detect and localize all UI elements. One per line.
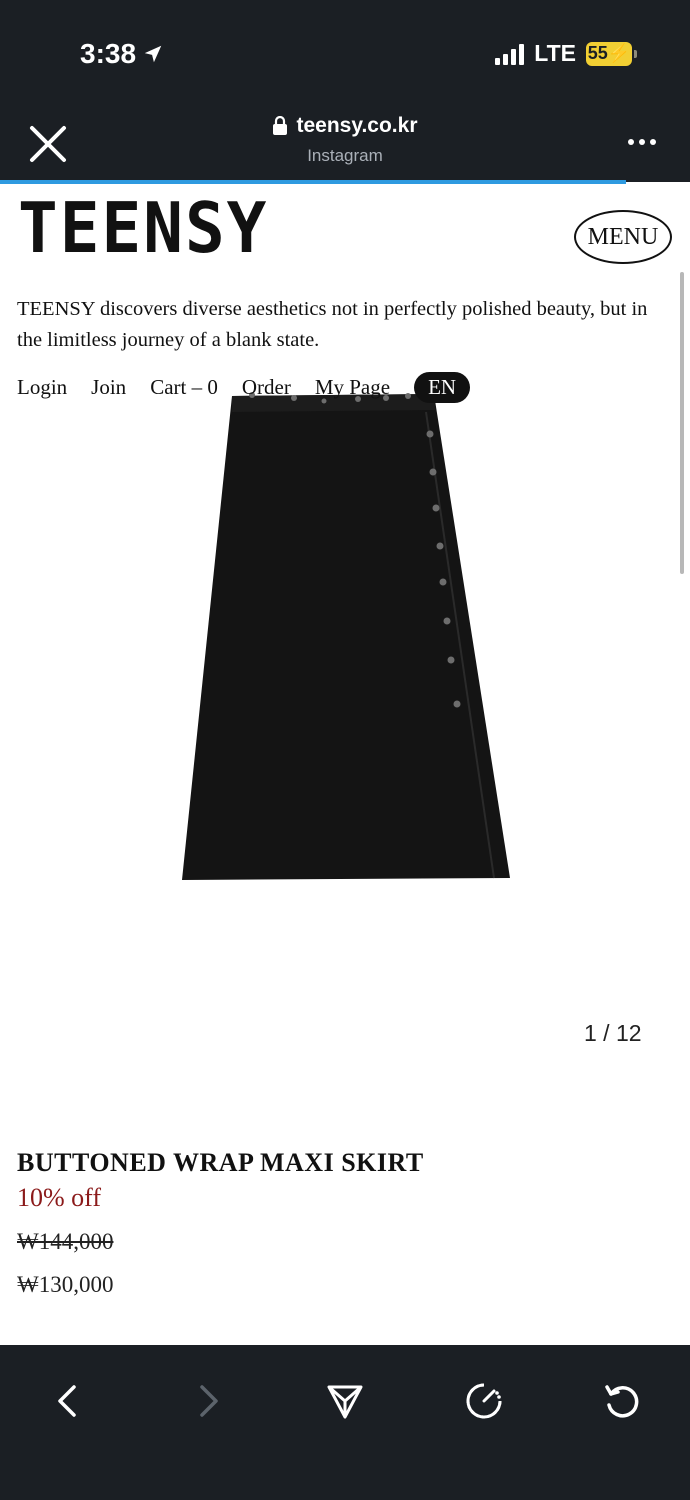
order-link[interactable]: Order	[242, 375, 291, 400]
cart-link[interactable]: Cart – 0	[150, 375, 218, 400]
skirt-illustration	[182, 392, 510, 880]
url-text: teensy.co.kr	[296, 114, 418, 137]
source-label: Instagram	[307, 146, 383, 165]
site-logo[interactable]: TEENSY	[18, 194, 268, 263]
address-bar[interactable]: teensy.co.kr Instagram	[0, 114, 690, 166]
image-counter: 1 / 12	[584, 1020, 642, 1046]
forward-button[interactable]	[170, 1363, 246, 1439]
chevron-left-icon	[58, 1385, 76, 1417]
language-toggle[interactable]: EN	[414, 372, 471, 403]
back-button[interactable]	[30, 1363, 106, 1439]
original-price: ₩144,000	[17, 1229, 114, 1254]
network-label: LTE	[534, 40, 576, 66]
status-time: 3:38	[80, 38, 164, 70]
page-load-progress	[0, 180, 626, 184]
discount-badge: 10% off	[17, 1183, 102, 1212]
share-button[interactable]	[307, 1363, 383, 1439]
sale-price: ₩130,000	[17, 1272, 114, 1297]
signal-icon	[495, 43, 525, 65]
browser-toolbar	[0, 1345, 690, 1500]
refresh-button[interactable]	[584, 1363, 660, 1439]
join-link[interactable]: Join	[91, 375, 126, 400]
battery-icon: 55 ⚡	[586, 41, 637, 66]
site-tagline: TEENSY discovers diverse aesthetics not …	[17, 298, 648, 351]
mypage-link[interactable]: My Page	[315, 375, 390, 400]
login-link[interactable]: Login	[17, 375, 67, 400]
status-time-text: 3:38	[80, 38, 137, 69]
product-image[interactable]	[176, 388, 518, 888]
status-indicators: LTE 55 ⚡	[495, 40, 637, 67]
lock-icon	[273, 116, 288, 135]
product-name: BUTTONED WRAP MAXI SKIRT	[17, 1148, 424, 1177]
speed-button[interactable]	[446, 1363, 522, 1439]
speedometer-icon	[466, 1383, 502, 1419]
chevron-right-icon	[200, 1385, 218, 1417]
location-arrow-icon	[144, 45, 162, 63]
more-button[interactable]	[628, 139, 656, 145]
share-icon	[327, 1385, 363, 1419]
scrollbar[interactable]	[680, 272, 684, 574]
more-icon	[628, 139, 634, 145]
refresh-icon	[605, 1385, 639, 1418]
browser-chrome: 3:38 LTE 55 ⚡ teensy.co.kr Instagram	[0, 0, 690, 182]
menu-button[interactable]: MENU	[574, 210, 672, 264]
account-nav: Login Join Cart – 0 Order My Page EN	[17, 372, 471, 403]
battery-level: 55	[587, 43, 608, 63]
